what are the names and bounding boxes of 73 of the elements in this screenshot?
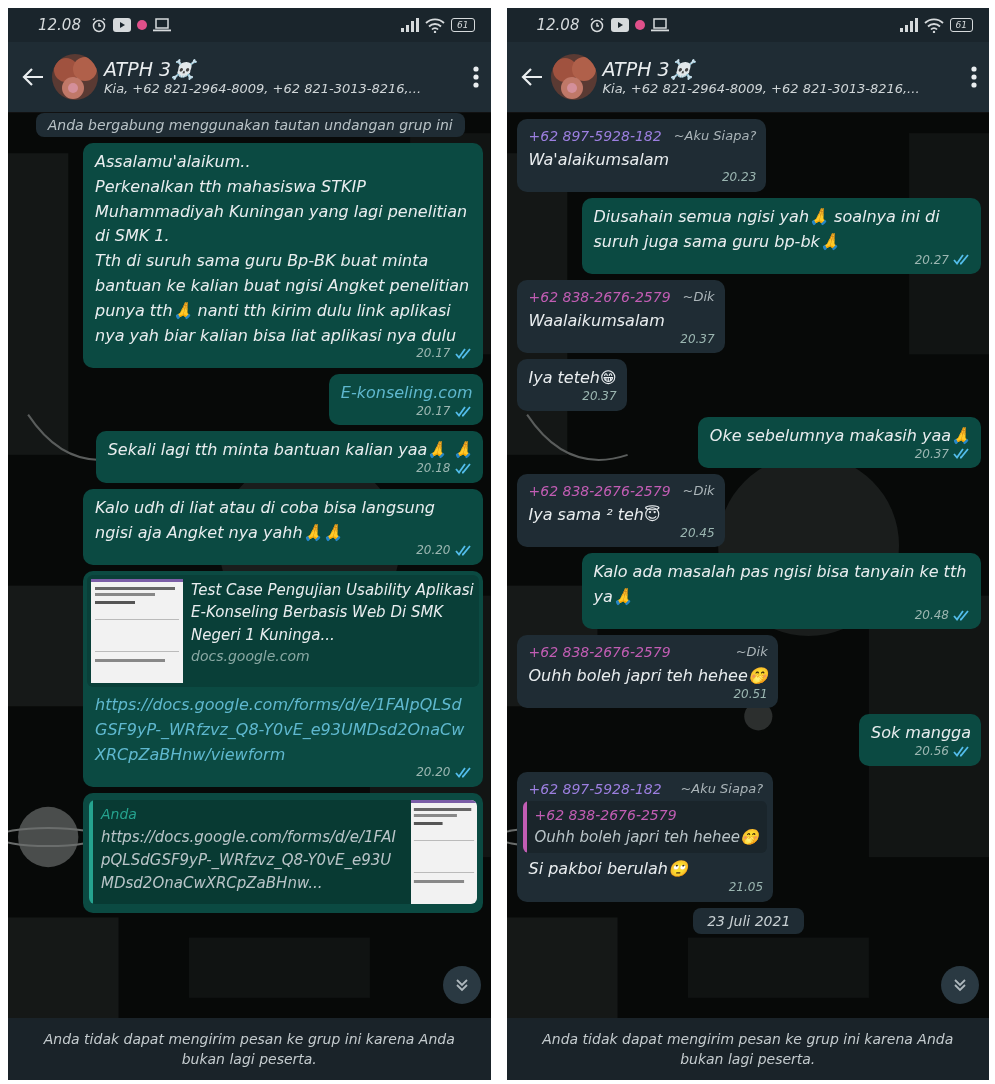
date-chip: 23 Juli 2021 (693, 907, 805, 934)
quoted-message[interactable]: Anda https://docs.google.com/forms/d/e/1FAIpQLSdGSF9yP-_WRfzvz_Q8-Y0vE_e93UMDsd2OnaCwXRCpZaBHnw... (89, 799, 477, 904)
quote-author: Anda (101, 804, 138, 824)
message-time: 20.37 (914, 445, 949, 463)
message-text: Kalo ada masalah pas ngisi bisa tanyain ke tth ya🙏 (593, 561, 968, 608)
link-preview[interactable]: Test Case Pengujian Usability Aplikasi E-Konseling Berbasis Web Di SMK Negeri 1 Kuninga... docs.google.com (87, 574, 479, 687)
dot-icon (635, 20, 646, 30)
sender-nickname: ~Aku Siapa? (680, 779, 764, 798)
message-text: Si pakboi berulah🙄 (528, 858, 689, 881)
system-message: Anda bergabung menggunakan tautan undangan grup ini (35, 113, 465, 137)
message-text: Wa'alaikumsalam (528, 148, 671, 171)
play-icon (611, 18, 630, 32)
message-text: Iya sama ² teh😇 (528, 503, 662, 526)
sender-name: +62 838-2676-2579 (528, 482, 671, 502)
laptop-icon (651, 18, 670, 32)
menu-button[interactable] (470, 64, 481, 90)
alarm-icon (589, 17, 606, 33)
sender-name: +62 838-2676-2579 (528, 288, 671, 308)
double-chevron-down-icon (453, 977, 470, 993)
dot-icon (136, 20, 147, 30)
message-time: 20.17 (416, 345, 451, 363)
sender-nickname: ~Dik (682, 288, 715, 307)
group-members: Kia, +62 821-2964-8009, +62 821-3013-8216,... (104, 81, 423, 96)
message-time: 20.51 (733, 685, 768, 703)
wifi-icon (425, 17, 446, 33)
message-text: Sok mangga (871, 722, 971, 745)
message-time: 20.48 (914, 606, 949, 624)
status-time: 12.08 (38, 16, 81, 34)
group-members: Kia, +62 821-2964-8009, +62 821-3013-8216,... (602, 81, 921, 96)
message-time: 20.56 (914, 743, 949, 761)
sender-name: +62 897-5928-182 (528, 779, 662, 799)
message-time: 20.37 (582, 388, 617, 406)
double-chevron-down-icon (952, 977, 968, 993)
quote-text: Ouhh boleh japri teh hehee🤭 (534, 827, 760, 849)
message-time: 20.20 (416, 542, 451, 560)
message-text: Waalaikumsalam (528, 309, 666, 332)
preview-domain: docs.google.com (191, 647, 311, 667)
message-time: 20.45 (680, 524, 715, 542)
message-time: 20.37 (680, 330, 715, 348)
message-time: 20.27 (914, 251, 949, 269)
wifi-icon (923, 17, 944, 33)
group-name: ATPH 3☠ (104, 58, 198, 81)
quoted-message[interactable]: +62 838-2676-2579 Ouhh boleh japri teh hehee🤭 (522, 800, 768, 854)
menu-button[interactable] (969, 64, 979, 90)
laptop-icon (152, 18, 171, 32)
message-time: 20.23 (721, 169, 757, 187)
battery-level: 61 (451, 18, 475, 32)
sender-nickname: ~Aku Siapa? (673, 127, 757, 145)
battery-level: 61 (949, 18, 973, 32)
quote-text: https://docs.google.com/forms/d/e/1FAIpQLSdGSF9yP-_WRfzvz_Q8-Y0vE_e93UMDsd2OnaCwXRCpZaBHnw... (101, 826, 397, 895)
message-time: 20.18 (416, 460, 451, 478)
message-time: 21.05 (728, 879, 764, 897)
preview-title: Test Case Pengujian Usability Aplikasi E-Konseling Berbasis Web Di SMK Negeri 1 Kuninga... (191, 579, 475, 646)
quote-author: +62 838-2676-2579 (534, 805, 678, 825)
sender-name: +62 838-2676-2579 (528, 643, 671, 663)
sender-nickname: ~Dik (682, 482, 715, 501)
signal-icon (899, 18, 918, 32)
sender-name: +62 897-5928-182 (528, 127, 662, 146)
message-text: Diusahain semua ngisi yah🙏 soalnya ini di suruh juga sama guru bp-bk🙏 (593, 206, 941, 253)
footer-notice: Anda tidak dapat mengirim pesan ke grup ini karena Anda bukan lagi peserta. (540, 1029, 955, 1069)
message-text: Ouhh boleh japri teh hehee🤭 (528, 665, 768, 688)
message-text: Kalo udh di liat atau di coba bisa langsung ngisi aja Angket nya yahh🙏🙏 (95, 496, 436, 544)
signal-icon (401, 18, 420, 32)
message-text: Assalamu'alaikum.. Perkenalkan tth mahasiswa STKIP Muhammadiyah Kuningan yang lagi penelitian di SMK 1. Tth di suruh sama guru Bp-BK buat minta bantuan ke kalian buat ngisi Angket penelitian punya tth🙏 nanti tth kirim dulu link aplikasi nya yah biar kalian bisa liat aplikasi nya dulu (95, 151, 471, 347)
footer-notice: Anda tidak dapat mengirim pesan ke grup ini karena Anda bukan lagi peserta. (42, 1029, 456, 1069)
alarm-icon (90, 17, 107, 33)
message-text: Oke sebelumnya makasih yaa🙏 (709, 424, 971, 447)
status-time: 12.08 (536, 16, 580, 34)
play-icon (112, 18, 131, 32)
message-text: Iya teteh😁 (528, 367, 617, 390)
group-name: ATPH 3☠ (602, 58, 697, 81)
message-text: Sekali lagi tth minta bantuan kalian yaa🙏 🙏 (107, 439, 473, 462)
sender-nickname: ~Dik (735, 643, 768, 662)
